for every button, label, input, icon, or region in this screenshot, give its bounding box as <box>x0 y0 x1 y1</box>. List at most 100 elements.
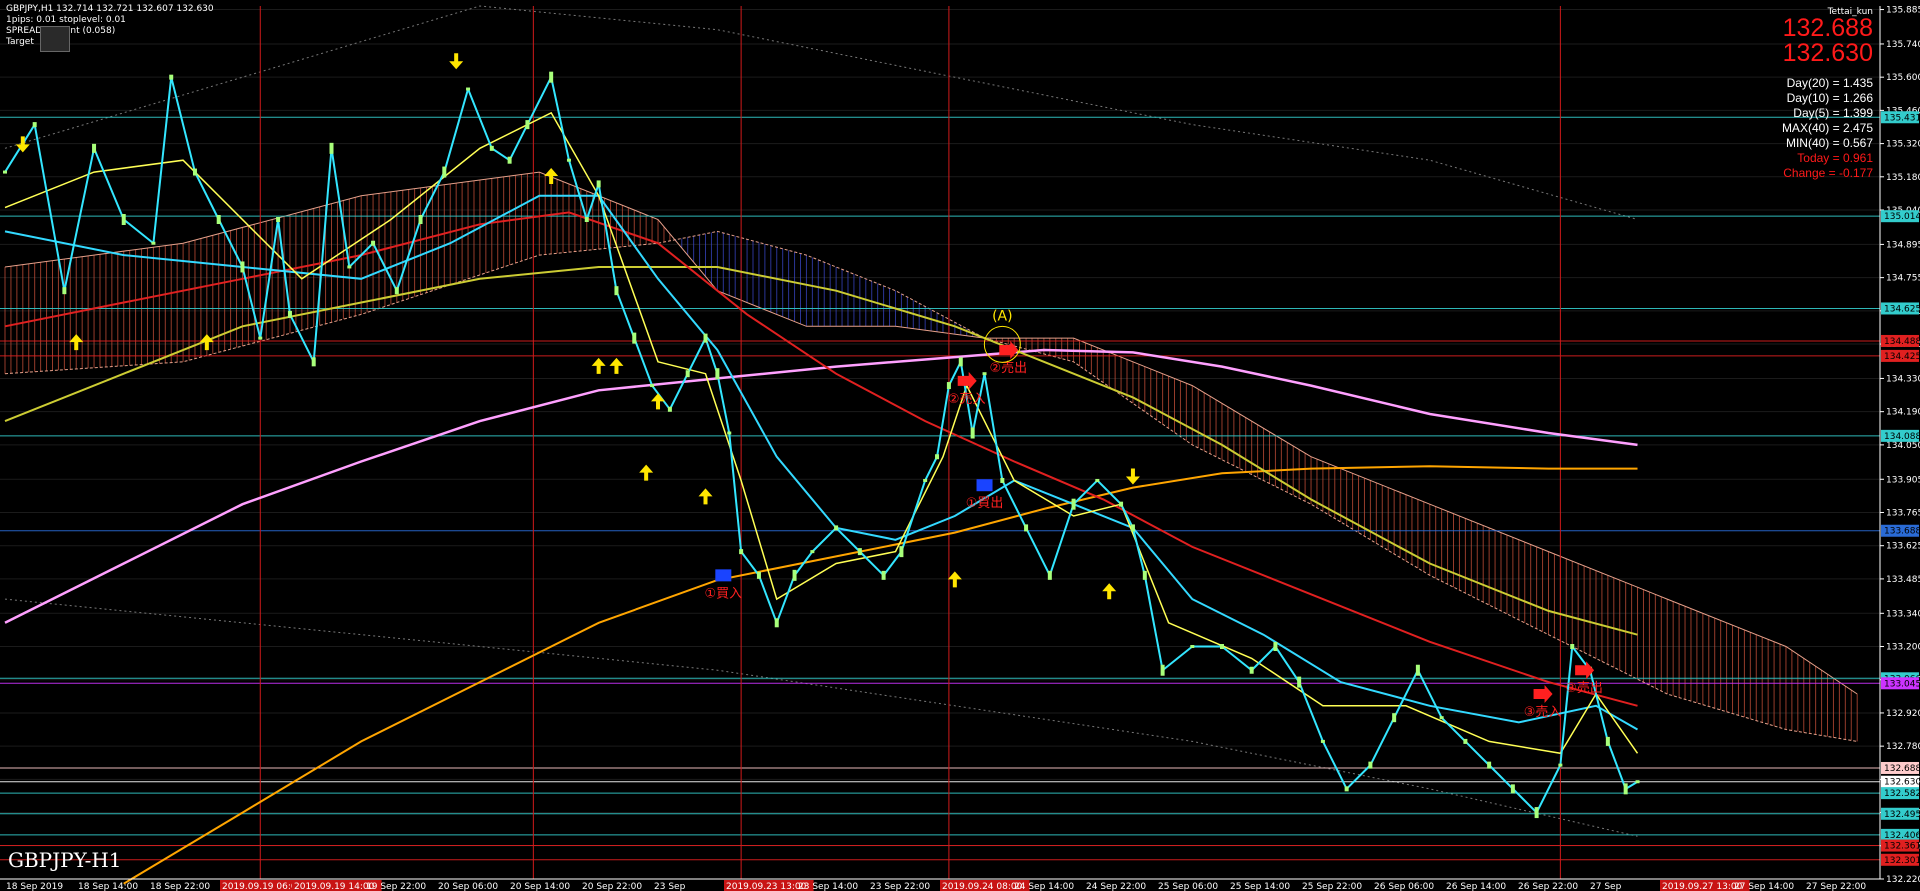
price-segment <box>1072 479 1099 505</box>
candle <box>442 166 447 178</box>
candle <box>1623 783 1628 795</box>
candle <box>507 156 512 164</box>
ma-fast <box>4 111 1639 755</box>
axis-tick-label-y: 135.885 <box>1886 6 1920 16</box>
axis-tick-label-x: 26 Sep 22:00 <box>1518 882 1578 891</box>
candle <box>703 333 708 343</box>
level-tag-label: 134.488 <box>1884 337 1920 347</box>
price-segment <box>1025 527 1051 576</box>
signal-arrows <box>15 53 1140 600</box>
axis-tick-label-x: 26 Sep 06:00 <box>1374 882 1434 891</box>
candle <box>1368 761 1373 769</box>
candle <box>1558 763 1563 767</box>
candle <box>62 287 67 295</box>
candle <box>1297 676 1302 688</box>
candle <box>792 569 797 581</box>
axis-tick-label-x: 2019.09.19 06:00 <box>222 882 303 891</box>
level-tag-label: 135.014 <box>1884 212 1920 222</box>
candle <box>192 168 197 176</box>
price-segment <box>194 171 220 220</box>
axis-tick-label-x: 2019.09.19 14:00 <box>294 882 375 891</box>
axis-tick-label-x: 26 Sep 14:00 <box>1446 882 1506 891</box>
stat-line: Day(5) = 1.399 <box>1793 106 1873 120</box>
candle <box>1605 736 1610 746</box>
candle <box>466 87 471 91</box>
annotation-label: ③売出 <box>1565 680 1603 696</box>
level-tag-label: 132.406 <box>1884 831 1920 841</box>
candle <box>739 549 744 555</box>
candle <box>1000 477 1005 483</box>
axis-tick-label-x: 19 Sep 22:00 <box>366 882 426 891</box>
arrow-up-icon <box>544 168 559 185</box>
axis-tick-label-y: 135.740 <box>1886 40 1920 50</box>
axis-tick-label-x: 27 Sep 14:00 <box>1734 882 1794 891</box>
price-segment <box>1048 503 1075 576</box>
axis-tick-label-y: 133.485 <box>1886 575 1920 585</box>
stat-line: MAX(40) = 2.475 <box>1781 121 1873 135</box>
arrow-up-icon <box>609 357 624 374</box>
candle <box>1344 786 1349 792</box>
price-segment <box>491 147 511 162</box>
axis-tick-label-y: 135.600 <box>1886 73 1920 83</box>
candle <box>1047 570 1052 580</box>
price-segment <box>170 76 196 173</box>
price-segment <box>1416 669 1443 719</box>
axis-tick-label-y: 134.330 <box>1886 374 1920 384</box>
axis-tick-label-x: 23 Sep <box>654 882 686 891</box>
axis-tick-label-y: 132.920 <box>1886 709 1920 719</box>
price-segment <box>1559 646 1574 766</box>
axis-tick-label-y: 133.765 <box>1886 508 1920 518</box>
arrow-up-icon <box>199 334 214 351</box>
level-tag-label: 134.088 <box>1884 432 1920 442</box>
candle <box>946 382 951 390</box>
candle <box>667 406 672 412</box>
level-tag-label: 132.582 <box>1884 789 1920 799</box>
axis-tick-label-x: 20 Sep 14:00 <box>510 882 570 891</box>
candle <box>1635 780 1640 784</box>
axis-tick-label-y: 134.190 <box>1886 408 1920 418</box>
axis-tick-label-x: 20 Sep 06:00 <box>438 882 498 891</box>
price-segment <box>615 290 636 339</box>
candle <box>1570 644 1575 650</box>
candle <box>1510 784 1515 794</box>
candle <box>1534 807 1539 819</box>
candle <box>970 427 975 439</box>
price-segment <box>716 373 731 434</box>
chart-control-box[interactable] <box>40 26 70 52</box>
arrow-up-icon <box>947 571 962 588</box>
price-segment <box>312 148 333 362</box>
candle <box>1119 501 1124 507</box>
candle <box>276 217 281 223</box>
level-tag-label: 133.688 <box>1884 527 1920 537</box>
price-segment <box>1143 575 1164 671</box>
sell-marker-icon <box>1533 684 1553 703</box>
candle <box>727 431 732 435</box>
price-segment <box>1512 788 1538 814</box>
axis-tick-label-y: 133.625 <box>1886 542 1920 552</box>
candle <box>394 287 399 295</box>
axis-tick-label-y: 132.220 <box>1886 875 1920 885</box>
candle <box>632 332 637 344</box>
candle <box>566 158 571 162</box>
candle <box>596 180 601 188</box>
axis-tick-label-y: 132.780 <box>1886 742 1920 752</box>
axis-tick-label-x: 18 Sep 22:00 <box>150 882 210 891</box>
candle <box>1219 644 1224 650</box>
buy-marker-icon <box>976 479 993 492</box>
price-segment <box>443 88 470 173</box>
candle <box>169 74 174 80</box>
chart-header-pips: 1pips: 0.01 stoplevel: 0.01 <box>6 15 126 25</box>
annotation-label: ①買出 <box>966 496 1004 511</box>
price-segment <box>1488 764 1514 790</box>
annotation-label: ③売入 <box>1524 704 1562 720</box>
price-axis: 135.885135.740135.600135.460135.320135.1… <box>1879 6 1920 885</box>
candle <box>899 546 904 558</box>
axis-tick-label-x: 25 Sep 22:00 <box>1302 882 1362 891</box>
axis-tick-label-x: 18 Sep 2019 <box>6 882 63 891</box>
candle <box>311 357 316 367</box>
axis-tick-label-x: 24 Sep 14:00 <box>1014 882 1074 891</box>
candle <box>240 261 245 273</box>
price-chart[interactable]: ①買入 ②売入 ①買出 ②売出 ③売入③売出 (A) 135.885 135.740 135.6… <box>0 0 1920 891</box>
candle <box>614 286 619 296</box>
candle <box>1095 478 1100 482</box>
